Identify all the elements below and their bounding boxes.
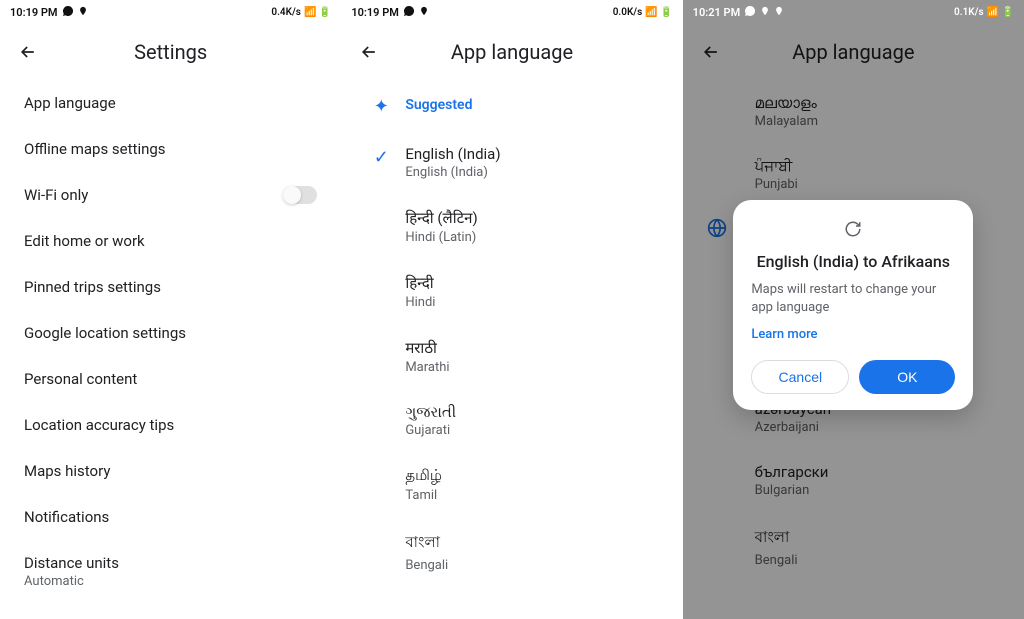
language-item-gujarati[interactable]: ગુજરાતી Gujarati <box>341 389 682 452</box>
status-icons: 📶 🔋 <box>987 7 1014 18</box>
wifi-only-toggle[interactable] <box>283 186 317 204</box>
whatsapp-icon <box>62 5 74 20</box>
language-native: ગુજરાતી <box>405 403 456 421</box>
settings-item-app-language[interactable]: App language <box>24 80 317 126</box>
settings-item-label: Edit home or work <box>24 232 145 250</box>
language-item-marathi[interactable]: मराठी Marathi <box>341 324 682 389</box>
language-item-hindi[interactable]: हिन्दी Hindi <box>341 259 682 324</box>
check-icon: ✓ <box>374 147 389 168</box>
language-native: English (India) <box>405 145 500 163</box>
language-english: Hindi <box>405 295 435 310</box>
settings-item-location-accuracy[interactable]: Location accuracy tips <box>24 402 317 448</box>
refresh-icon <box>751 220 955 242</box>
language-native: हिन्दी <box>405 273 435 293</box>
language-item-bengali[interactable]: বাংলা Bengali <box>341 517 682 587</box>
location-icon <box>774 6 784 19</box>
language-item-tamil[interactable]: தமிழ் Tamil <box>341 452 682 517</box>
status-time: 10:21 PM <box>693 6 741 19</box>
dialog-buttons: Cancel OK <box>751 360 955 394</box>
cancel-button[interactable]: Cancel <box>751 360 849 394</box>
language-screen: 10:19 PM 0.0K/s 📶 🔋 App language ✦ Sugge… <box>341 0 682 619</box>
status-time: 10:19 PM <box>10 6 58 19</box>
suggested-label: Suggested <box>405 97 472 113</box>
confirm-dialog: English (India) to Afrikaans Maps will r… <box>733 200 973 410</box>
location-icon <box>419 6 429 19</box>
language-native: தமிழ் <box>405 466 442 486</box>
language-list: ✦ Suggested ✓ English (India) English (I… <box>341 80 682 587</box>
settings-item-sub: Automatic <box>24 574 119 589</box>
settings-item-label: Wi-Fi only <box>24 186 88 204</box>
language-item-english-india[interactable]: ✓ English (India) English (India) <box>341 131 682 194</box>
header: App language <box>341 24 682 80</box>
settings-item-label: Notifications <box>24 508 109 526</box>
suggested-header: ✦ Suggested <box>341 80 682 131</box>
status-speed: 0.4K/s <box>271 7 301 18</box>
location-icon <box>78 6 88 19</box>
dialog-screen: 10:21 PM 0.1K/s 📶 🔋 App language <box>683 0 1024 619</box>
settings-item-maps-history[interactable]: Maps history <box>24 448 317 494</box>
sparkle-icon: ✦ <box>374 96 389 117</box>
status-icons: 📶 🔋 <box>304 7 331 18</box>
settings-item-label: Offline maps settings <box>24 140 166 158</box>
language-native: मराठी <box>405 338 449 358</box>
language-english: Tamil <box>405 488 442 503</box>
language-english: Gujarati <box>405 423 456 438</box>
settings-item-label: App language <box>24 94 116 112</box>
language-native: বাংলা <box>405 531 448 556</box>
status-icons: 📶 🔋 <box>645 7 672 18</box>
page-title: Settings <box>134 40 207 64</box>
settings-item-label: Personal content <box>24 370 137 388</box>
ok-button[interactable]: OK <box>859 360 955 394</box>
settings-item-label: Location accuracy tips <box>24 416 174 434</box>
settings-item-edit-home-work[interactable]: Edit home or work <box>24 218 317 264</box>
status-speed: 0.1K/s <box>954 7 984 18</box>
settings-item-label: Maps history <box>24 462 110 480</box>
settings-item-distance-units[interactable]: Distance units Automatic <box>24 540 317 603</box>
back-button[interactable] <box>16 40 40 64</box>
page-title: App language <box>451 40 573 64</box>
status-time: 10:19 PM <box>351 6 399 19</box>
settings-item-wifi-only[interactable]: Wi-Fi only <box>24 172 317 218</box>
dialog-body: Maps will restart to change your app lan… <box>751 281 955 317</box>
settings-item-google-location[interactable]: Google location settings <box>24 310 317 356</box>
settings-list: App language Offline maps settings Wi-Fi… <box>0 80 341 603</box>
status-speed: 0.0K/s <box>613 7 643 18</box>
settings-item-label: Pinned trips settings <box>24 278 161 296</box>
settings-item-personal-content[interactable]: Personal content <box>24 356 317 402</box>
language-native: हिन्दी (लैटिन) <box>405 208 477 228</box>
location-icon <box>760 6 770 19</box>
language-english: English (India) <box>405 165 500 180</box>
status-bar: 10:21 PM 0.1K/s 📶 🔋 <box>683 0 1024 24</box>
dialog-title: English (India) to Afrikaans <box>751 252 955 271</box>
settings-item-label: Google location settings <box>24 324 186 342</box>
settings-item-notifications[interactable]: Notifications <box>24 494 317 540</box>
header: Settings <box>0 24 341 80</box>
settings-screen: 10:19 PM 0.4K/s 📶 🔋 Settings App languag… <box>0 0 341 619</box>
learn-more-link[interactable]: Learn more <box>751 327 955 342</box>
settings-item-offline-maps[interactable]: Offline maps settings <box>24 126 317 172</box>
language-item-hindi-latin[interactable]: हिन्दी (लैटिन) Hindi (Latin) <box>341 194 682 259</box>
status-bar: 10:19 PM 0.4K/s 📶 🔋 <box>0 0 341 24</box>
language-english: Hindi (Latin) <box>405 230 477 245</box>
language-english: Bengali <box>405 558 448 573</box>
back-button[interactable] <box>357 40 381 64</box>
whatsapp-icon <box>744 5 756 20</box>
whatsapp-icon <box>403 5 415 20</box>
language-english: Marathi <box>405 360 449 375</box>
settings-item-label: Distance units <box>24 554 119 572</box>
settings-item-pinned-trips[interactable]: Pinned trips settings <box>24 264 317 310</box>
status-bar: 10:19 PM 0.0K/s 📶 🔋 <box>341 0 682 24</box>
